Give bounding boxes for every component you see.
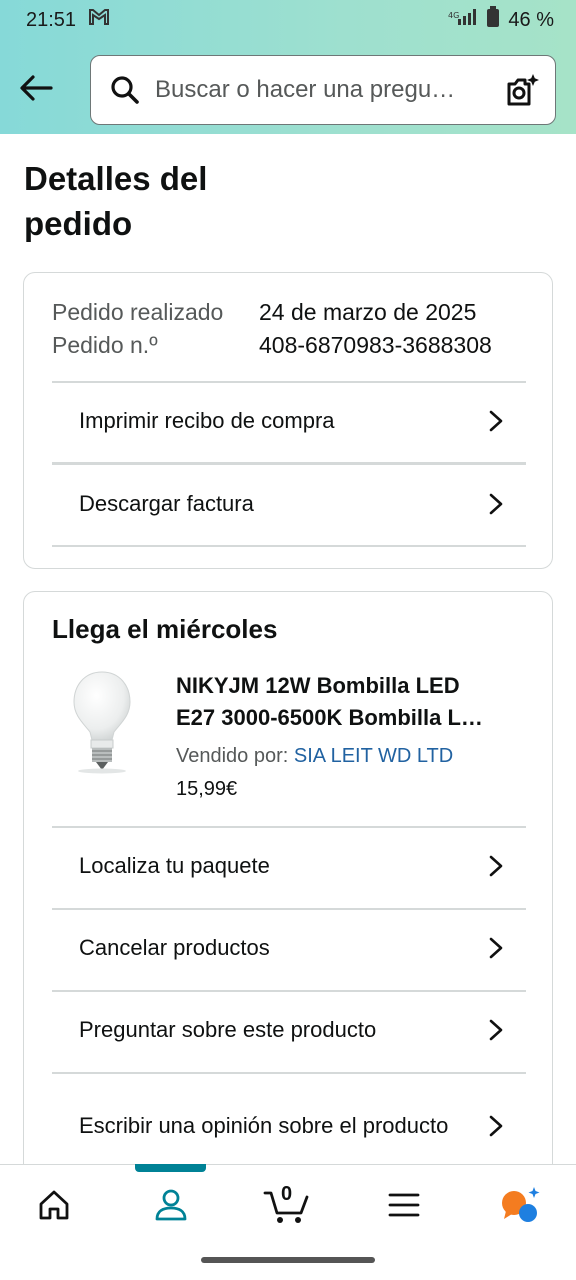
order-info-card: Pedido realizado 24 de marzo de 2025 Ped… bbox=[23, 272, 553, 569]
product-title-line2: E27 3000-6500K Bombilla L… bbox=[176, 705, 483, 730]
chevron-right-icon bbox=[489, 937, 503, 959]
product-price: 15,99€ bbox=[176, 778, 238, 800]
chevron-right-icon bbox=[489, 410, 503, 432]
track-package-link[interactable]: Localiza tu paquete bbox=[52, 826, 526, 906]
shipment-card: Llega el miércoles NIKYJM 12W Bombilla L… bbox=[23, 591, 553, 1211]
download-invoice-label: Descargar factura bbox=[79, 491, 254, 516]
order-number-value: 408-6870983-3688308 bbox=[259, 332, 492, 358]
home-gesture-bar[interactable] bbox=[201, 1257, 375, 1263]
write-review-link[interactable]: Escribir una opinión sobre el producto bbox=[52, 1076, 526, 1176]
ask-product-link[interactable]: Preguntar sobre este producto bbox=[52, 990, 526, 1070]
delivery-heading: Llega el miércoles bbox=[52, 614, 278, 644]
search-input[interactable]: Buscar o hacer una pregu… bbox=[90, 55, 556, 125]
print-receipt-link[interactable]: Imprimir recibo de compra bbox=[52, 381, 526, 461]
bottom-navigation: 0 bbox=[0, 1164, 576, 1245]
search-icon bbox=[109, 74, 141, 106]
search-placeholder: Buscar o hacer una pregu… bbox=[155, 76, 456, 103]
cancel-items-link[interactable]: Cancelar productos bbox=[52, 908, 526, 988]
svg-text:4G: 4G bbox=[448, 11, 459, 20]
status-bar: 21:51 4G 46 % bbox=[0, 0, 576, 40]
battery-icon bbox=[486, 6, 500, 34]
divider bbox=[52, 545, 526, 547]
product-image[interactable] bbox=[72, 668, 132, 774]
arrow-left-icon bbox=[20, 75, 53, 101]
seller-info: Vendido por: SIA LEIT WD LTD bbox=[176, 745, 453, 768]
product-title-line1: NIKYJM 12W Bombilla LED bbox=[176, 673, 460, 698]
divider bbox=[52, 1072, 526, 1074]
product-title-link[interactable]: NIKYJM 12W Bombilla LED E27 3000-6500K B… bbox=[176, 670, 526, 734]
chevron-right-icon bbox=[489, 1019, 503, 1041]
chevron-right-icon bbox=[489, 855, 503, 877]
battery-percent: 46 % bbox=[508, 8, 554, 31]
order-placed-label: Pedido realizado bbox=[52, 299, 224, 325]
chevron-right-icon bbox=[489, 1115, 503, 1137]
write-review-label: Escribir una opinión sobre el producto bbox=[79, 1113, 449, 1138]
user-icon bbox=[155, 1189, 187, 1221]
nav-home[interactable] bbox=[14, 1165, 94, 1245]
page-title: Detalles del pedido bbox=[24, 160, 208, 242]
camera-search-icon[interactable] bbox=[503, 72, 541, 110]
menu-icon bbox=[388, 1193, 420, 1217]
back-button[interactable] bbox=[16, 70, 56, 106]
download-invoice-link[interactable]: Descargar factura bbox=[52, 464, 526, 544]
nav-account[interactable] bbox=[131, 1165, 211, 1245]
nav-cart[interactable]: 0 bbox=[247, 1165, 327, 1245]
order-number-label: Pedido n.º bbox=[52, 332, 158, 358]
track-package-label: Localiza tu paquete bbox=[79, 853, 270, 878]
ask-product-label: Preguntar sobre este producto bbox=[79, 1017, 377, 1042]
seller-label: Vendido por: bbox=[176, 745, 289, 767]
gmail-icon bbox=[88, 8, 110, 32]
chevron-right-icon bbox=[489, 493, 503, 515]
cancel-items-label: Cancelar productos bbox=[79, 935, 270, 960]
seller-link[interactable]: SIA LEIT WD LTD bbox=[294, 745, 453, 767]
signal-icon: 4G bbox=[448, 8, 478, 32]
print-receipt-label: Imprimir recibo de compra bbox=[79, 408, 335, 433]
nav-menu[interactable] bbox=[364, 1165, 444, 1245]
status-time: 21:51 bbox=[26, 8, 77, 31]
cart-count: 0 bbox=[281, 1183, 293, 1205]
nav-rufus[interactable] bbox=[480, 1165, 560, 1245]
rufus-assistant-icon bbox=[502, 1187, 540, 1222]
app-header: Buscar o hacer una pregu… bbox=[0, 40, 576, 134]
order-placed-value: 24 de marzo de 2025 bbox=[259, 299, 477, 325]
home-icon bbox=[39, 1190, 69, 1220]
